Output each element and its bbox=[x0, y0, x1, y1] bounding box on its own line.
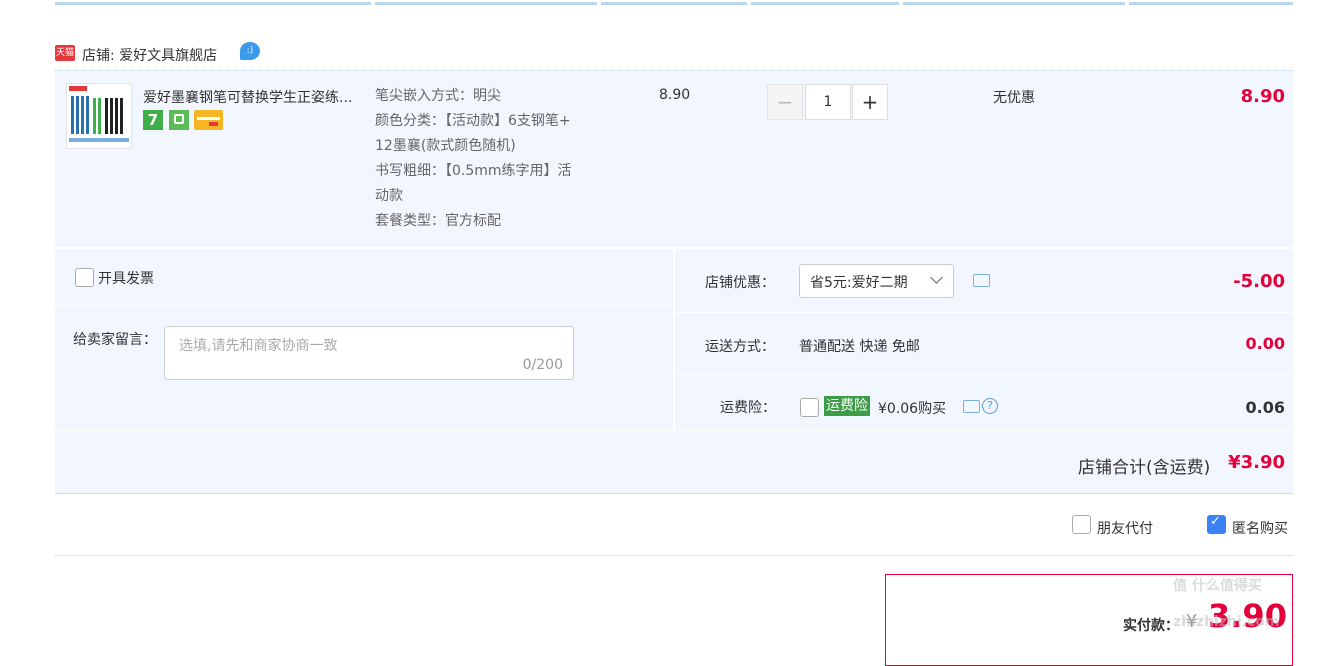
message-placeholder: 选填,请先和商家协商一致 bbox=[179, 338, 338, 354]
pen-set-image bbox=[69, 86, 129, 142]
payment-label: 实付款： bbox=[1123, 618, 1179, 634]
sku-package: 套餐类型：官方标配 bbox=[375, 213, 501, 229]
sku-color-cont: 12墨襄(款式颜色随机) bbox=[375, 138, 516, 154]
shop-name[interactable]: 店铺: 爱好文具旗舰店 bbox=[82, 45, 217, 65]
sku-width: 书写粗细：【0.5mm练字用】活 bbox=[375, 163, 572, 179]
message-label: 给卖家留言： bbox=[73, 332, 157, 348]
payment-amount: 3.90 bbox=[1208, 597, 1287, 635]
comment-icon[interactable] bbox=[963, 400, 980, 413]
shop-discount-amount: -5.00 bbox=[1233, 271, 1285, 292]
sku-width-cont: 动款 bbox=[375, 188, 403, 204]
friend-pay-label[interactable]: 朋友代付 bbox=[1097, 518, 1153, 538]
shop-discount-label: 店铺优惠： bbox=[705, 275, 775, 291]
shop-discount-value: 省5元:爱好二期 bbox=[810, 275, 908, 291]
increase-button[interactable]: + bbox=[852, 84, 888, 120]
payment-summary-box: 实付款： ¥ 3.90 bbox=[885, 574, 1293, 666]
freight-insurance-price: ¥0.06购买 bbox=[878, 401, 947, 417]
table-header-bar bbox=[55, 0, 1293, 5]
payment-currency: ¥ bbox=[1186, 611, 1198, 632]
shop-total-label: 店铺合计(含运费) bbox=[1078, 458, 1211, 478]
message-counter: 0/200 bbox=[522, 357, 563, 373]
freight-insurance-checkbox[interactable] bbox=[800, 398, 819, 417]
shipping-value: 普通配送 快递 免邮 bbox=[799, 339, 920, 355]
friend-pay-checkbox[interactable] bbox=[1072, 515, 1091, 534]
guarantee-icon[interactable] bbox=[169, 110, 189, 130]
help-icon[interactable]: ? bbox=[982, 398, 998, 414]
seven-day-return-icon[interactable]: 7 bbox=[143, 110, 163, 130]
freight-insurance-amount: 0.06 bbox=[1245, 398, 1285, 417]
invoice-label[interactable]: 开具发票 bbox=[98, 268, 154, 288]
item-subtotal: 8.90 bbox=[1240, 86, 1285, 107]
sku-color: 颜色分类：【活动款】6支钢笔+ bbox=[375, 113, 571, 129]
shop-total-amount: ¥3.90 bbox=[1228, 452, 1285, 473]
comment-icon[interactable] bbox=[973, 274, 990, 287]
discount-info: 无优惠 bbox=[993, 90, 1035, 106]
sku-nib: 笔尖嵌入方式：明尖 bbox=[375, 88, 501, 104]
sku-info: 笔尖嵌入方式：明尖 颜色分类：【活动款】6支钢笔+ 12墨襄(款式颜色随机) 书… bbox=[375, 84, 615, 234]
decrease-button[interactable]: − bbox=[767, 84, 803, 120]
anonymous-label[interactable]: 匿名购买 bbox=[1232, 518, 1288, 538]
anonymous-checkbox[interactable] bbox=[1207, 514, 1226, 534]
shipping-label: 运送方式： bbox=[705, 339, 775, 355]
message-textarea[interactable]: 选填,请先和商家协商一致 0/200 bbox=[164, 326, 574, 380]
freight-insurance-label: 运费险： bbox=[720, 400, 776, 416]
tmall-icon: 天猫 bbox=[55, 45, 75, 61]
shop-discount-select[interactable]: 省5元:爱好二期 bbox=[799, 264, 954, 298]
chevron-down-icon bbox=[930, 271, 943, 284]
product-thumbnail[interactable] bbox=[66, 83, 132, 149]
shipping-amount: 0.00 bbox=[1245, 334, 1285, 353]
quantity-input[interactable]: 1 bbox=[805, 84, 851, 120]
invoice-checkbox[interactable] bbox=[75, 268, 94, 287]
service-badges: 7 bbox=[143, 110, 233, 132]
unit-price: 8.90 bbox=[659, 87, 691, 103]
credit-card-icon[interactable] bbox=[194, 110, 223, 130]
shop-header: 天猫 店铺: 爱好文具旗舰店 :) bbox=[55, 42, 355, 64]
wangwang-chat-icon[interactable]: :) bbox=[240, 42, 260, 60]
quantity-stepper: − 1 + bbox=[767, 84, 888, 120]
product-title[interactable]: 爱好墨襄钢笔可替换学生正姿练... bbox=[143, 87, 368, 107]
freight-insurance-tag: 运费险 bbox=[824, 396, 870, 416]
